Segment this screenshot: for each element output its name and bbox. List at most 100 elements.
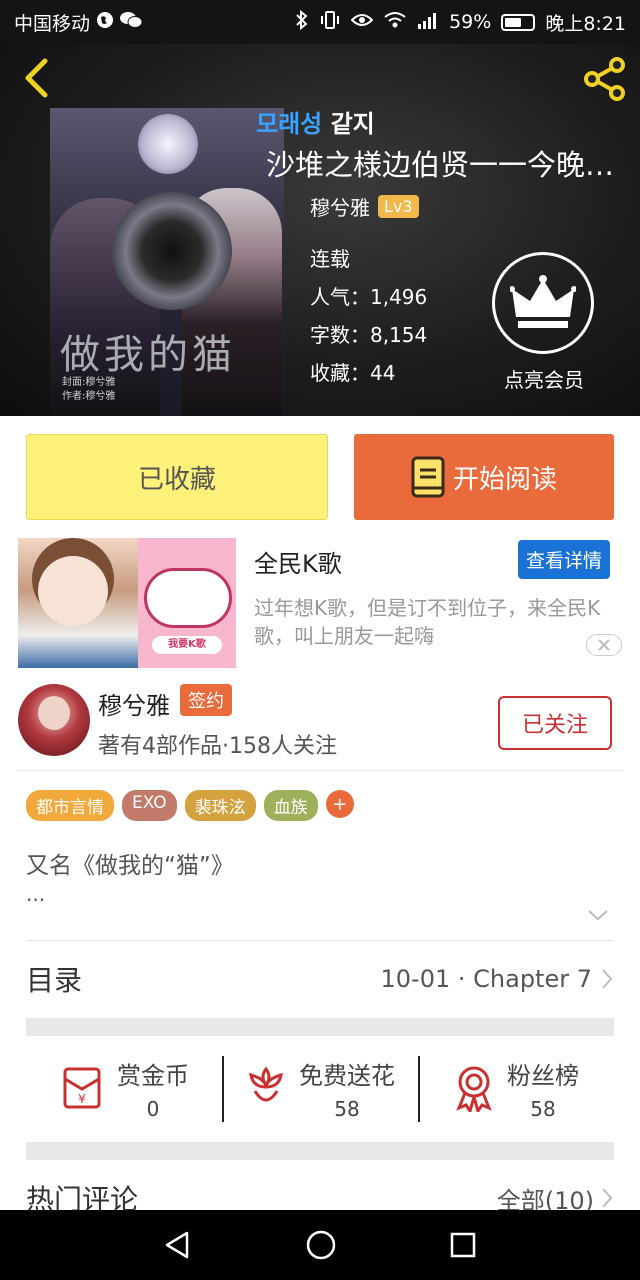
- vip-label: 点亮会员: [504, 368, 584, 392]
- expand-synopsis-button[interactable]: [586, 906, 610, 924]
- crown-icon: [510, 275, 576, 328]
- hot-comments-title: 热门评论: [26, 1183, 139, 1210]
- stat-label: 人气：: [310, 285, 370, 309]
- ad-banner[interactable]: 我要K歌 全民K歌 查看详情 过年想K歌，但是订不到位子，来全民K歌，叫上朋友一…: [18, 538, 622, 668]
- divider: [18, 770, 622, 771]
- tag-item[interactable]: 血族: [263, 790, 318, 821]
- rewards-row: ¥ 赏金币 0 免费送花 58 粉丝榜 58: [26, 1052, 614, 1124]
- reward-value: 58: [530, 1096, 556, 1121]
- nav-back-button[interactable]: [163, 1230, 193, 1260]
- header-author-name[interactable]: 穆兮雅: [310, 192, 370, 221]
- author-name[interactable]: 穆兮雅: [98, 686, 170, 721]
- cover-moon: [138, 114, 198, 174]
- author-info: 著有4部作品·158人关注: [98, 734, 337, 759]
- book-icon: [411, 456, 445, 498]
- cover-credit-cover: 封面:穆兮雅: [62, 377, 116, 388]
- hot-comments-all-label: 全部(10): [496, 1186, 594, 1211]
- wifi-icon: [383, 11, 407, 34]
- action-row: 已收藏 开始阅读: [26, 434, 614, 520]
- collected-button[interactable]: 已收藏: [26, 434, 328, 520]
- book-stats: 连载 人气： 1,496 字数： 8,154 收藏： 44: [310, 240, 427, 392]
- book-header: 做我的猫 封面:穆兮雅 作者:穆兮雅 모래성 같지 沙堆之様边伯贤一一今晚你是我…: [0, 44, 640, 416]
- ad-image[interactable]: 我要K歌: [18, 538, 236, 668]
- reward-coins-button[interactable]: ¥ 赏金币 0: [26, 1052, 222, 1124]
- synopsis-ellipsis: ...: [26, 882, 46, 906]
- battery-percent: 59%: [449, 11, 492, 33]
- carrier-label: 中国移动: [14, 12, 91, 35]
- section-separator: [26, 1018, 614, 1036]
- avatar[interactable]: [18, 684, 90, 756]
- cover-credit-author: 作者:穆兮雅: [62, 391, 116, 402]
- reward-value: 0: [146, 1096, 160, 1121]
- stat-label: 收藏：: [310, 361, 370, 385]
- stat-popularity: 人气： 1,496: [310, 278, 427, 316]
- bluetooth-icon: [295, 9, 309, 35]
- eye-icon: [350, 11, 374, 33]
- system-nav-bar: [0, 1210, 640, 1280]
- tag-item[interactable]: EXO: [122, 790, 177, 821]
- follow-button[interactable]: 已关注: [498, 696, 612, 750]
- reward-fans-button[interactable]: 粉丝榜 58: [418, 1052, 614, 1124]
- cover-title: 做我的猫: [60, 332, 236, 378]
- svg-text:¥: ¥: [78, 1092, 86, 1106]
- chevron-down-icon: [588, 910, 608, 921]
- catalog-row[interactable]: 目录 10-01 · Chapter 7: [26, 940, 614, 1016]
- signed-badge: 签约: [180, 684, 232, 716]
- close-icon: [598, 639, 610, 651]
- ad-title: 全民K歌: [254, 550, 342, 578]
- ad-image-promo: 我要K歌: [138, 538, 236, 668]
- share-button[interactable]: [580, 54, 630, 104]
- start-reading-button[interactable]: 开始阅读: [354, 434, 614, 520]
- battery-icon: [501, 13, 536, 31]
- back-arrow-icon: [25, 58, 48, 98]
- chevron-right-icon: [602, 1188, 613, 1208]
- korean-title-rest: 같지: [322, 110, 375, 138]
- back-button[interactable]: [16, 56, 56, 100]
- author-section: 穆兮雅 签约 著有4部作品·158人关注 已关注: [18, 684, 622, 768]
- nav-recents-button[interactable]: [449, 1231, 477, 1259]
- share-icon: [584, 57, 625, 101]
- cover-credit: 封面:穆兮雅 作者:穆兮雅: [62, 376, 115, 404]
- catalog-latest: 10-01 · Chapter 7: [381, 965, 614, 993]
- start-reading-label: 开始阅读: [452, 464, 557, 495]
- chevron-right-icon: [602, 968, 613, 989]
- ad-close-button[interactable]: [586, 634, 622, 656]
- ad-image-bubble: [144, 568, 232, 628]
- korean-title-blue: 모래성: [256, 110, 323, 138]
- signal-icon: [417, 11, 439, 34]
- clock: 晚上8:21: [545, 12, 626, 35]
- vip-button[interactable]: 点亮会员: [492, 252, 596, 393]
- nav-home-button[interactable]: [305, 1229, 337, 1261]
- book-cover[interactable]: 做我的猫 封面:穆兮雅 作者:穆兮雅: [50, 108, 284, 416]
- stat-value: 44: [370, 361, 396, 385]
- flower-icon: [249, 1066, 283, 1102]
- add-tag-button[interactable]: +: [325, 790, 354, 818]
- ad-detail-button[interactable]: 查看详情: [517, 540, 610, 579]
- stat-word-count: 字数： 8,154: [310, 316, 427, 354]
- stat-value: 1,496: [370, 285, 428, 309]
- level-badge: Lv3: [378, 195, 419, 218]
- medal-icon: [456, 1066, 492, 1112]
- ad-description: 过年想K歌，但是订不到位子，来全民K歌，叫上朋友一起嗨: [254, 596, 601, 648]
- tag-item[interactable]: 都市言情: [26, 790, 114, 821]
- korean-title: 모래성 같지: [256, 104, 640, 139]
- tag-item[interactable]: 裴珠泫: [184, 790, 256, 821]
- catalog-title: 目录: [26, 963, 83, 997]
- title-block: 모래성 같지 沙堆之様边伯贤一一今晚你是我...: [256, 104, 640, 182]
- red-envelope-icon: ¥: [63, 1067, 101, 1109]
- cover-gun-barrel: [112, 192, 232, 310]
- hot-comments-all[interactable]: 全部(10): [496, 1181, 614, 1211]
- serial-status: 连载: [310, 247, 350, 271]
- stat-label: 字数：: [310, 323, 370, 347]
- wechat-icon: [120, 11, 143, 34]
- tag-list: 都市言情 EXO 裴珠泫 血族 +: [26, 790, 354, 821]
- reward-flower-button[interactable]: 免费送花 58: [222, 1052, 418, 1124]
- hot-comments-header[interactable]: 热门评论 全部(10): [26, 1178, 614, 1210]
- synopsis-alias: 又名《做我的“猫”》: [26, 853, 234, 879]
- vibrate-icon: [319, 10, 341, 35]
- stat-value: 8,154: [370, 323, 428, 347]
- ad-image-button: 我要K歌: [152, 636, 222, 654]
- vip-circle: [492, 252, 594, 354]
- stat-favorites: 收藏： 44: [310, 354, 427, 392]
- status-bar: 中国移动 59% 晚上8:21: [0, 0, 640, 44]
